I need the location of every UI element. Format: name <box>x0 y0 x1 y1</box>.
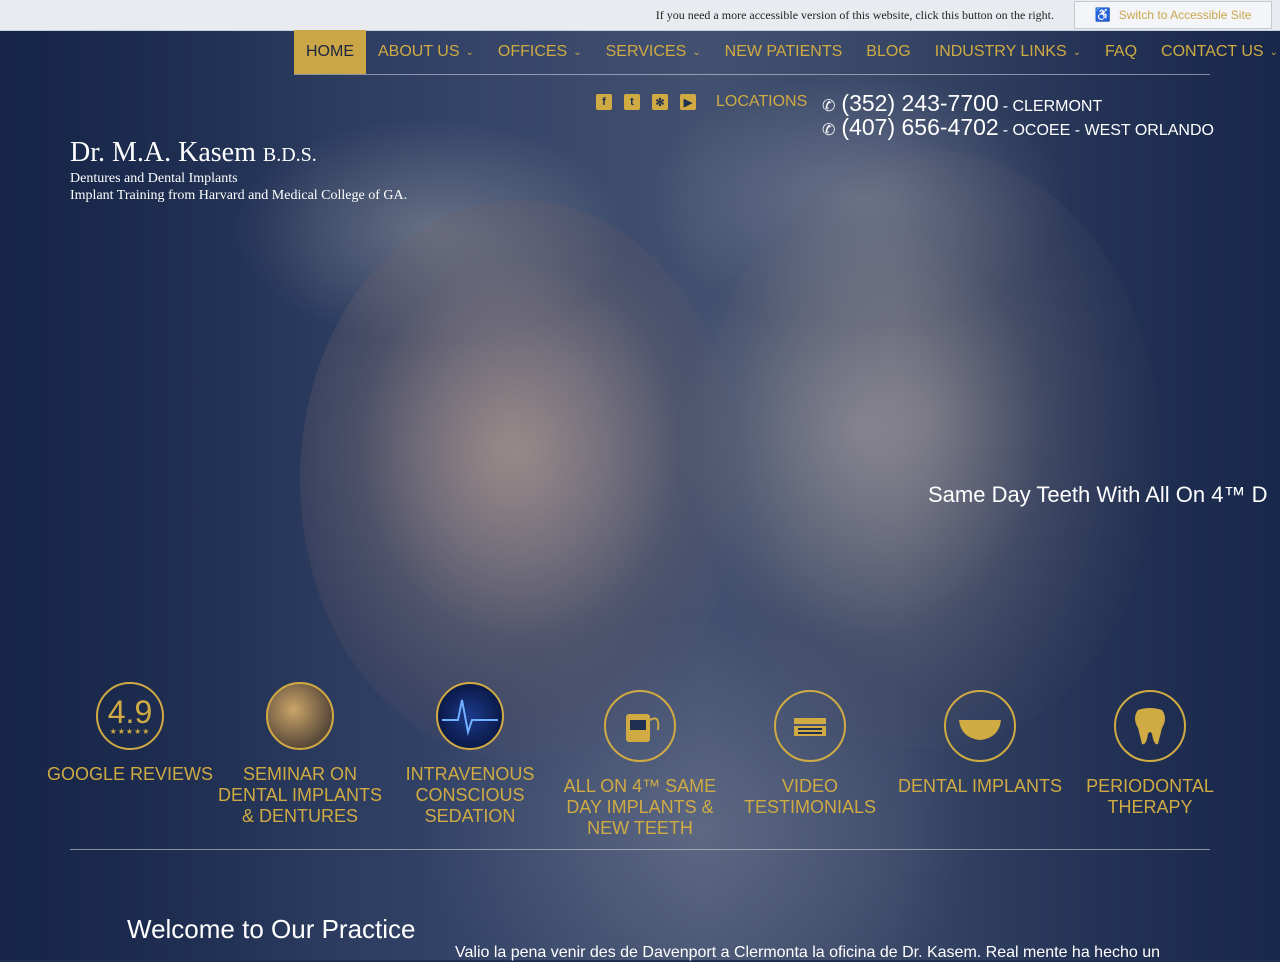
rating-badge: 4.9 ★★★★★ <box>96 682 164 750</box>
phone-icon: ✆ <box>822 122 836 139</box>
nav-item-home[interactable]: HOME <box>294 30 366 74</box>
nav-item-blog[interactable]: BLOG <box>854 30 922 74</box>
nav-item-faq[interactable]: FAQ <box>1093 30 1149 74</box>
nav-item-about-us[interactable]: ABOUT US ⌄ <box>366 30 486 74</box>
doctor-name: Dr. M.A. Kasem <box>70 137 256 168</box>
nav-label: OFFICES <box>497 43 568 60</box>
star-rating-icon: ★★★★★ <box>109 726 151 736</box>
wheelchair-icon: ♿ <box>1094 7 1111 22</box>
locations-link[interactable]: LOCATIONS <box>716 93 807 111</box>
social-links: f t ✻ ▶ <box>596 94 696 110</box>
feature-all-on-4[interactable]: ALL ON 4™ SAME DAY IMPLANTS & NEW TEETH <box>555 682 725 839</box>
phone-number: (352) 243-7700 <box>841 90 999 116</box>
nav-label: ABOUT US <box>378 43 460 60</box>
phone-clermont[interactable]: ✆ (352) 243-7700 - CLERMONT <box>822 90 1102 117</box>
accessibility-message: If you need a more accessible version of… <box>655 8 1054 22</box>
nav-label: CONTACT US <box>1161 43 1264 60</box>
testimonial-snippet: Valio la pena venir des de Davenport a C… <box>455 944 1160 961</box>
feature-label: SEMINAR ON DENTAL IMPLANTS & DENTURES <box>217 764 383 826</box>
denture-cleaner-icon <box>604 690 676 762</box>
chevron-down-icon: ⌄ <box>573 46 582 58</box>
dental-bowl-icon <box>944 690 1016 762</box>
toothbrush-icon <box>774 690 846 762</box>
feature-label: VIDEO TESTIMONIALS <box>743 776 877 817</box>
yelp-icon[interactable]: ✻ <box>652 94 668 110</box>
feature-label: GOOGLE REVIEWS <box>46 764 214 784</box>
nav-item-new-patients[interactable]: NEW PATIENTS <box>713 30 855 74</box>
chevron-down-icon: ⌄ <box>1072 46 1082 58</box>
tooth-icon <box>1114 690 1186 762</box>
chevron-down-icon: ⌄ <box>465 46 474 58</box>
nav-divider <box>294 74 1210 75</box>
feature-seminar[interactable]: SEMINAR ON DENTAL IMPLANTS & DENTURES <box>215 682 385 827</box>
nav-label: FAQ <box>1105 43 1138 60</box>
rating-value: 4.9 <box>107 693 153 730</box>
phone-icon: ✆ <box>822 98 836 115</box>
switch-accessible-site-button[interactable]: ♿ Switch to Accessible Site <box>1074 1 1272 29</box>
feature-label: ALL ON 4™ SAME DAY IMPLANTS & NEW TEETH <box>563 776 717 838</box>
nav-label: HOME <box>306 43 354 60</box>
doctor-degree: B.D.S. <box>262 144 317 166</box>
feature-label: DENTAL IMPLANTS <box>897 776 1063 796</box>
phone-ocoee[interactable]: ✆ (407) 656-4702 - OCOEE - WEST ORLANDO <box>822 114 1214 141</box>
feature-label: INTRAVENOUS CONSCIOUS SEDATION <box>405 764 535 826</box>
nav-item-offices[interactable]: OFFICES ⌄ <box>486 30 594 74</box>
nav-item-industry-links[interactable]: INDUSTRY LINKS ⌄ <box>923 30 1093 74</box>
feature-periodontal[interactable]: PERIODONTAL THERAPY <box>1065 682 1235 818</box>
feature-dental-implants[interactable]: DENTAL IMPLANTS <box>895 682 1065 797</box>
heartbeat-icon <box>436 682 504 750</box>
feature-video-testimonials[interactable]: VIDEO TESTIMONIALS <box>725 682 895 818</box>
accessible-button-label: Switch to Accessible Site <box>1118 8 1252 22</box>
nav-label: BLOG <box>866 43 911 60</box>
facebook-icon[interactable]: f <box>596 94 612 110</box>
seminar-photo <box>266 682 334 750</box>
nav-label: NEW PATIENTS <box>724 43 843 60</box>
youtube-icon[interactable]: ▶ <box>680 94 696 110</box>
main-nav: HOME ABOUT US ⌄ OFFICES ⌄ SERVICES ⌄ NEW PA… <box>294 30 1280 74</box>
hero-slide-caption: Same Day Teeth With All On 4™ D <box>928 482 1268 507</box>
chevron-down-icon: ⌄ <box>692 46 701 58</box>
nav-item-contact-us[interactable]: CONTACT US ⌄ <box>1149 30 1280 74</box>
nav-label: INDUSTRY LINKS <box>934 43 1067 60</box>
phone-number: (407) 656-4702 <box>841 114 999 140</box>
welcome-heading: Welcome to Our Practice <box>127 914 416 944</box>
site-logo[interactable]: Dr. M.A. Kasem B.D.S. Dentures and Denta… <box>70 138 407 204</box>
nav-item-services[interactable]: SERVICES ⌄ <box>594 30 713 74</box>
chevron-down-icon: ⌄ <box>1269 46 1278 58</box>
logo-name-line: Dr. M.A. Kasem B.D.S. <box>70 138 407 170</box>
phone-location: - OCOEE - WEST ORLANDO <box>1002 122 1214 139</box>
section-divider <box>70 849 1210 850</box>
feature-iv-sedation[interactable]: INTRAVENOUS CONSCIOUS SEDATION <box>385 682 555 827</box>
accessibility-bar: If you need a more accessible version of… <box>0 0 1280 31</box>
logo-tagline-2: Implant Training from Harvard and Medica… <box>70 188 408 203</box>
twitter-icon[interactable]: t <box>624 94 640 110</box>
feature-label: PERIODONTAL THERAPY <box>1086 776 1214 817</box>
nav-label: SERVICES <box>605 43 687 60</box>
feature-google-reviews[interactable]: 4.9 ★★★★★ GOOGLE REVIEWS <box>45 682 215 785</box>
logo-tagline-1: Dentures and Dental Implants <box>70 171 238 186</box>
